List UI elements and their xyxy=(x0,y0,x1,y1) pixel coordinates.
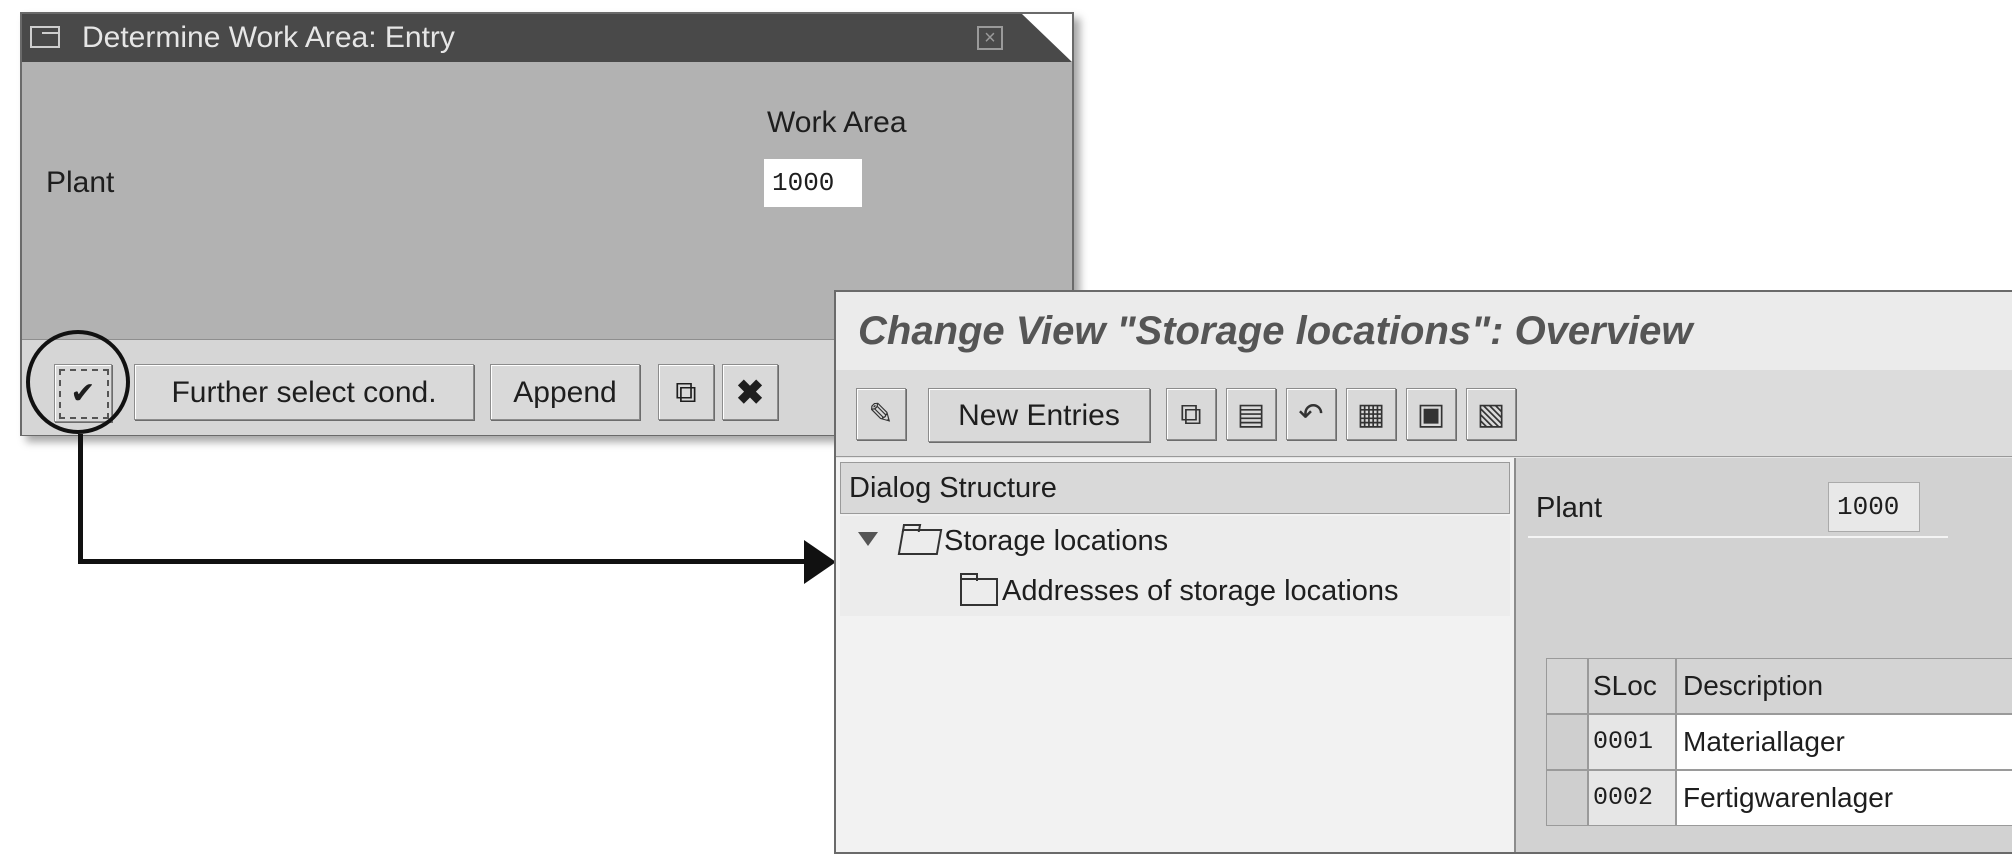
arrow-horizontal xyxy=(78,559,808,564)
append-button[interactable]: Append xyxy=(490,364,640,420)
delete-icon[interactable]: ▤ xyxy=(1226,388,1276,440)
application-toolbar: ✎ New Entries ⧉ ▤ ↶ ▦ ▣ ▧ xyxy=(836,370,2012,457)
column-header-sloc[interactable]: SLoc xyxy=(1588,658,1676,714)
work-area-header: Work Area xyxy=(767,106,907,139)
description-cell[interactable]: Fertigwarenlager xyxy=(1676,770,2012,826)
window-icon xyxy=(30,26,60,48)
plant-value: 1000 xyxy=(1828,482,1920,532)
tree-item-addresses[interactable]: Addresses of storage locations xyxy=(840,566,1510,616)
divider xyxy=(1528,536,1948,538)
overview-pane: Plant 1000 SLoc Description 0001 Materia… xyxy=(1516,458,2012,852)
select-block-icon[interactable]: ▣ xyxy=(1406,388,1456,440)
arrow-vertical xyxy=(78,434,83,564)
highlight-circle xyxy=(26,330,130,434)
further-select-button[interactable]: Further select cond. xyxy=(134,364,474,420)
dialog-title-bar: Determine Work Area: Entry × xyxy=(22,14,1072,62)
sloc-cell[interactable]: 0001 xyxy=(1588,714,1676,770)
dialog-structure-header: Dialog Structure xyxy=(840,462,1510,514)
tree-item-storage-locations[interactable]: Storage locations xyxy=(840,516,1510,566)
folder-icon xyxy=(960,573,998,606)
sloc-cell[interactable]: 0002 xyxy=(1588,770,1676,826)
expand-icon[interactable] xyxy=(858,532,878,546)
folder-open-icon xyxy=(897,529,943,555)
undo-icon[interactable]: ↶ xyxy=(1286,388,1336,440)
storage-locations-table: SLoc Description 0001 Materiallager 0002… xyxy=(1546,658,2012,852)
select-all-icon[interactable]: ▦ xyxy=(1346,388,1396,440)
dialog-structure-pane: Dialog Structure Storage locations Addre… xyxy=(836,458,1516,852)
deselect-icon[interactable]: ▧ xyxy=(1466,388,1516,440)
title-corner xyxy=(1022,14,1072,62)
new-entries-button[interactable]: New Entries xyxy=(928,388,1150,442)
tree-item-label: Addresses of storage locations xyxy=(1002,575,1399,607)
description-cell[interactable]: Materiallager xyxy=(1676,714,2012,770)
plant-label: Plant xyxy=(46,166,115,199)
dialog-title: Determine Work Area: Entry xyxy=(82,21,455,54)
copy-icon[interactable]: ⧉ xyxy=(1166,388,1216,440)
tree-item-label: Storage locations xyxy=(944,525,1169,557)
cancel-icon[interactable]: ✖ xyxy=(722,364,778,420)
select-all-cell[interactable] xyxy=(1546,658,1588,714)
storage-locations-window: Change View "Storage locations": Overvie… xyxy=(834,290,2012,854)
window-title: Change View "Storage locations": Overvie… xyxy=(836,292,2012,370)
row-selector[interactable] xyxy=(1546,714,1588,770)
plant-input[interactable]: 1000 xyxy=(764,159,862,207)
plant-label: Plant xyxy=(1536,492,1603,524)
column-header-description[interactable]: Description xyxy=(1676,658,2012,714)
display-change-icon[interactable]: ✎ xyxy=(856,388,906,440)
row-selector[interactable] xyxy=(1546,770,1588,826)
arrow-head xyxy=(804,540,836,584)
append-icon[interactable]: ⧉ xyxy=(658,364,714,420)
close-icon[interactable]: × xyxy=(977,26,1003,50)
